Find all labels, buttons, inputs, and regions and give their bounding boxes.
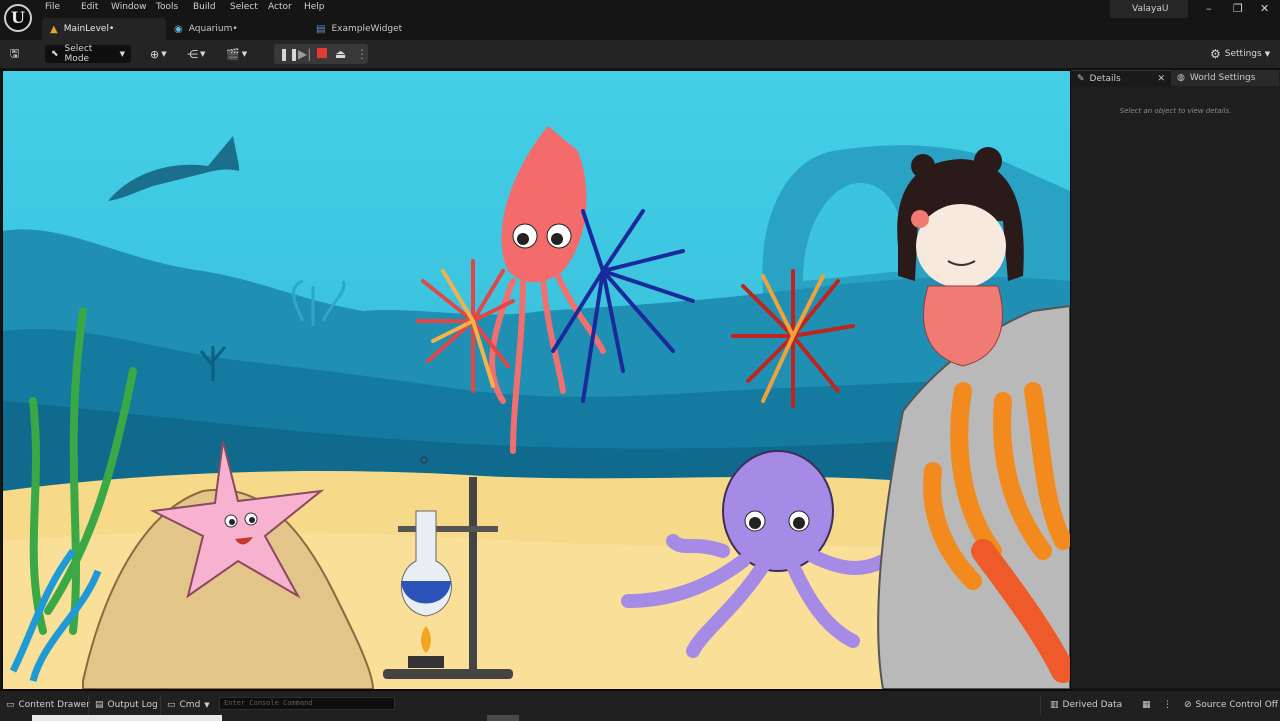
- console-input[interactable]: Enter Console Command: [219, 697, 395, 710]
- cursor-icon: ⬉: [51, 49, 59, 59]
- tab-details-label: Details: [1089, 74, 1121, 84]
- user-account-button[interactable]: ValayaU: [1110, 0, 1188, 18]
- menu-build[interactable]: Build: [193, 2, 230, 16]
- tab-aquarium[interactable]: ◉ Aquarium•: [166, 18, 308, 40]
- details-empty-hint: Select an object to view details.: [1119, 107, 1232, 115]
- restore-icon[interactable]: ❐: [1233, 2, 1243, 15]
- chevron-down-icon: ▼: [1264, 50, 1271, 58]
- cinematics-button[interactable]: 🎬 ▼: [226, 45, 247, 63]
- save-icon[interactable]: 🖫: [10, 45, 19, 63]
- blueprints-button[interactable]: ⋲ ▼: [187, 45, 205, 63]
- menu-edit[interactable]: Edit: [81, 2, 111, 16]
- main-toolbar: 🖫 ⬉ Select Mode ▼ ⊕ ▼ ⋲ ▼ 🎬 ▼ ❚❚ ▶| ⏏ ⋮ ⚙ S…: [0, 40, 1280, 70]
- title-bar: U File Edit Window Tools Build Select Ac…: [0, 0, 1280, 40]
- divider: [160, 695, 161, 715]
- details-tabs: ✎ Details ✕ ◍ World Settings: [1071, 70, 1280, 87]
- level-viewport[interactable]: [2, 70, 1071, 690]
- close-icon[interactable]: ✕: [1260, 2, 1269, 15]
- source-control-button[interactable]: ⊘ Source Control Off: [1184, 700, 1278, 710]
- derived-data-icon: ▥: [1050, 700, 1059, 710]
- source-control-label: Source Control Off: [1195, 700, 1278, 710]
- folder-icon: ▭: [6, 700, 15, 710]
- minimize-icon[interactable]: –: [1206, 2, 1212, 15]
- select-mode-dropdown[interactable]: ⬉ Select Mode ▼: [45, 44, 131, 64]
- log-icon: ▤: [95, 700, 104, 710]
- taskbar-strip: [32, 715, 222, 721]
- menu-file[interactable]: File: [45, 2, 81, 16]
- menu-bar: File Edit Window Tools Build Select Acto…: [45, 2, 334, 16]
- pencil-icon: ✎: [1077, 74, 1085, 84]
- content-drawer-button[interactable]: ▭ Content Drawer: [6, 700, 90, 710]
- source-control-icon: ⊘: [1184, 700, 1192, 710]
- menu-help[interactable]: Help: [304, 2, 334, 16]
- settings-label: Settings: [1224, 49, 1262, 59]
- level-icon: ▲: [50, 23, 58, 35]
- tab-world-settings[interactable]: ◍ World Settings: [1171, 70, 1279, 86]
- menu-actor[interactable]: Actor: [268, 2, 304, 16]
- document-tabs: ▲ MainLevel• ◉ Aquarium• ▤ ExampleWidget: [42, 18, 418, 40]
- menu-window[interactable]: Window: [111, 2, 156, 16]
- eject-icon[interactable]: ⏏: [335, 47, 346, 61]
- play-controls: ❚❚ ▶| ⏏ ⋮: [274, 44, 368, 64]
- stop-icon[interactable]: [317, 48, 327, 58]
- output-log-button[interactable]: ▤ Output Log: [95, 700, 158, 710]
- select-mode-label: Select Mode: [64, 44, 93, 64]
- more-options-icon[interactable]: ⋮: [1163, 700, 1172, 710]
- derived-data-label: Derived Data: [1062, 700, 1123, 710]
- tab-label: Aquarium•: [188, 24, 238, 34]
- menu-tools[interactable]: Tools: [156, 2, 193, 16]
- cmd-dropdown[interactable]: ▭ Cmd ▼: [167, 700, 210, 710]
- tab-mainlevel[interactable]: ▲ MainLevel•: [42, 18, 166, 40]
- tab-label: MainLevel•: [63, 24, 115, 34]
- blueprint-icon: ◉: [174, 23, 183, 35]
- content-drawer-label: Content Drawer: [18, 700, 90, 710]
- user-name: ValayaU: [1132, 4, 1169, 14]
- tab-details[interactable]: ✎ Details ✕: [1071, 70, 1171, 87]
- globe-icon: ◍: [1177, 73, 1185, 83]
- cmd-label: Cmd: [179, 700, 201, 710]
- terminal-icon: ▭: [167, 700, 176, 710]
- revision-control-icon[interactable]: ▦: [1142, 700, 1151, 710]
- more-options-icon[interactable]: ⋮: [356, 47, 368, 61]
- status-bar: ▭ Content Drawer ▤ Output Log ▭ Cmd ▼ En…: [0, 690, 1280, 721]
- unreal-logo-icon[interactable]: U: [4, 4, 32, 32]
- divider: [88, 695, 89, 715]
- chevron-down-icon: ▼: [119, 50, 125, 58]
- output-log-label: Output Log: [107, 700, 158, 710]
- settings-button[interactable]: ⚙ Settings ▼: [1210, 45, 1270, 63]
- gear-icon: ⚙: [1210, 47, 1221, 61]
- pause-icon[interactable]: ❚❚: [279, 47, 299, 61]
- widget-icon: ▤: [316, 23, 326, 35]
- step-frame-icon[interactable]: ▶|: [298, 47, 311, 61]
- divider: [1040, 695, 1041, 715]
- close-tab-icon[interactable]: ✕: [1157, 74, 1165, 84]
- menu-select[interactable]: Select: [230, 2, 268, 16]
- chevron-down-icon: ▼: [204, 701, 210, 709]
- tab-world-label: World Settings: [1189, 73, 1256, 83]
- derived-data-button[interactable]: ▥ Derived Data: [1050, 700, 1122, 710]
- tab-label: ExampleWidget: [331, 24, 403, 34]
- aquarium-scene[interactable]: [3, 71, 1070, 689]
- details-panel: ✎ Details ✕ ◍ World Settings Select an o…: [1071, 70, 1280, 688]
- taskbar-strip: [487, 715, 519, 721]
- add-actor-button[interactable]: ⊕ ▼: [150, 45, 167, 63]
- tab-examplewidget[interactable]: ▤ ExampleWidget: [308, 18, 418, 40]
